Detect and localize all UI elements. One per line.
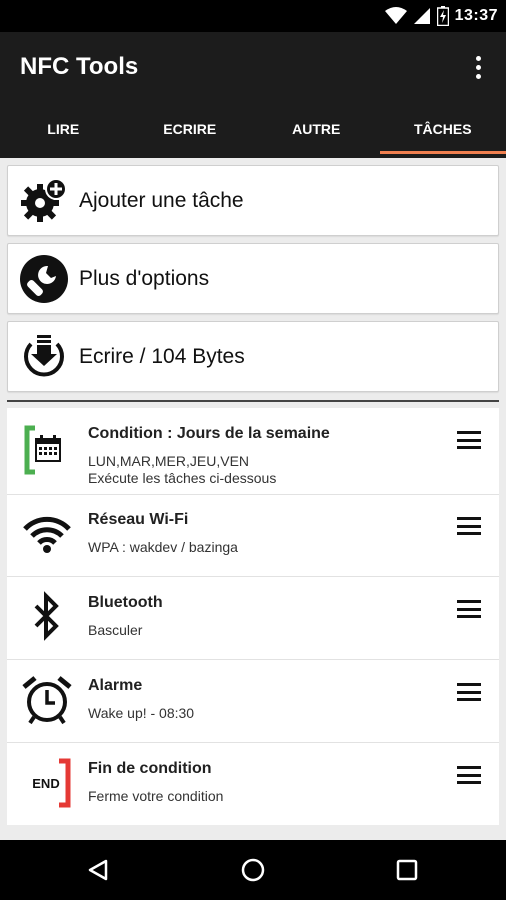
overflow-menu-button[interactable]	[464, 48, 492, 86]
overflow-dot-icon	[475, 55, 481, 61]
cell-signal-icon	[413, 8, 430, 24]
write-label: Ecrire / 104 Bytes	[79, 344, 245, 368]
wifi-icon	[21, 509, 73, 561]
download-circle-icon	[19, 332, 69, 382]
task-title: Fin de condition	[88, 760, 212, 777]
back-button[interactable]	[84, 856, 112, 884]
tab-lire[interactable]: LIRE	[0, 102, 127, 158]
add-task-label: Ajouter une tâche	[79, 188, 244, 212]
task-subtitle: Ferme votre condition	[88, 788, 224, 804]
task-item-wifi[interactable]: Réseau Wi-Fi WPA : wakdev / bazinga	[7, 495, 499, 577]
more-options-button[interactable]: Plus d'options	[7, 243, 499, 314]
task-title: Bluetooth	[88, 594, 163, 611]
task-item-condition[interactable]: Condition : Jours de la semaine LUN,MAR,…	[7, 408, 499, 495]
recents-square-icon	[396, 859, 418, 881]
bluetooth-icon	[21, 591, 73, 643]
section-divider	[7, 400, 499, 402]
tab-ecrire[interactable]: ECRIRE	[127, 102, 254, 158]
task-subtitle: WPA : wakdev / bazinga	[88, 539, 238, 555]
navigation-bar	[0, 840, 506, 900]
tab-autre[interactable]: AUTRE	[253, 102, 380, 158]
task-item-bluetooth[interactable]: Bluetooth Basculer	[7, 577, 499, 660]
task-subtitle: Exécute les tâches ci-dessous	[88, 470, 277, 486]
battery-charging-icon	[436, 6, 449, 26]
task-subtitle: LUN,MAR,MER,JEU,VEN	[88, 453, 250, 469]
drag-handle-icon[interactable]	[457, 600, 481, 618]
home-button[interactable]	[239, 856, 267, 884]
task-list: Condition : Jours de la semaine LUN,MAR,…	[7, 408, 499, 825]
app-title: NFC Tools	[20, 53, 139, 80]
tab-bar: LIRE ECRIRE AUTRE TÂCHES	[0, 102, 506, 158]
end-condition-icon: END	[21, 757, 73, 809]
status-time: 13:37	[454, 7, 498, 24]
home-circle-icon	[241, 858, 265, 882]
drag-handle-icon[interactable]	[457, 517, 481, 535]
drag-handle-icon[interactable]	[457, 431, 481, 449]
task-subtitle: Basculer	[88, 622, 143, 638]
write-button[interactable]: Ecrire / 104 Bytes	[7, 321, 499, 392]
wrench-icon	[19, 254, 69, 304]
task-title: Réseau Wi-Fi	[88, 511, 189, 528]
task-item-alarm[interactable]: Alarme Wake up! - 08:30	[7, 660, 499, 743]
task-item-end-condition[interactable]: END Fin de condition Ferme votre conditi…	[7, 743, 499, 825]
task-subtitle: Wake up! - 08:30	[88, 705, 195, 721]
drag-handle-icon[interactable]	[457, 683, 481, 701]
alarm-clock-icon	[21, 674, 73, 726]
recents-button[interactable]	[393, 856, 421, 884]
task-title: Condition : Jours de la semaine	[88, 425, 330, 442]
task-title: Alarme	[88, 677, 143, 694]
status-bar: 13:37	[0, 0, 506, 32]
status-icons: 13:37	[384, 0, 498, 32]
more-options-label: Plus d'options	[79, 266, 210, 290]
overflow-dot-icon	[475, 73, 481, 79]
overflow-dot-icon	[475, 64, 481, 70]
wifi-signal-icon	[384, 7, 407, 24]
calendar-condition-icon	[21, 424, 73, 476]
gear-add-icon	[19, 176, 69, 226]
end-icon-text: END	[32, 776, 59, 791]
app-bar: NFC Tools	[0, 32, 506, 102]
back-triangle-icon	[88, 859, 108, 881]
tab-taches[interactable]: TÂCHES	[379, 102, 506, 158]
drag-handle-icon[interactable]	[457, 766, 481, 784]
add-task-button[interactable]: Ajouter une tâche	[7, 165, 499, 236]
